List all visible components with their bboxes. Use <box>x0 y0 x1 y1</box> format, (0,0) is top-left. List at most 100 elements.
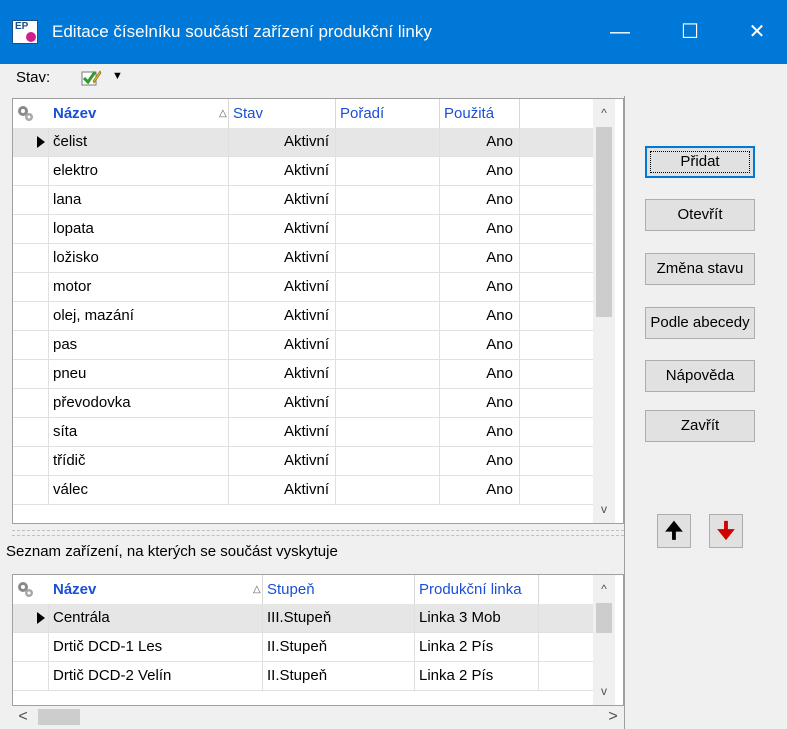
cell-order <box>336 128 440 156</box>
scroll-down-arrow[interactable]: v <box>593 499 615 519</box>
equipment-vertical-scrollbar[interactable]: ^ v <box>593 575 615 705</box>
table-row[interactable]: čelist Aktivní Ano <box>13 128 593 157</box>
current-row-arrow-icon <box>37 136 45 148</box>
cell-name: lana <box>49 186 229 214</box>
scroll-right-arrow[interactable]: > <box>602 706 624 728</box>
table-row[interactable]: převodovka Aktivní Ano <box>13 389 593 418</box>
close-button[interactable]: Zavřít <box>645 410 755 442</box>
scroll-left-arrow[interactable]: < <box>12 706 34 728</box>
cell-name: olej, mazání <box>49 302 229 330</box>
cell-used: Ano <box>440 447 520 475</box>
alphabetical-button[interactable]: Podle abecedy <box>645 307 755 339</box>
cell-status: Aktivní <box>229 389 336 417</box>
cell-used: Ano <box>440 273 520 301</box>
row-indicator <box>13 157 49 185</box>
cell-status: Aktivní <box>229 418 336 446</box>
cell-used: Ano <box>440 128 520 156</box>
change-status-button[interactable]: Změna stavu <box>645 253 755 285</box>
scroll-up-arrow[interactable]: ^ <box>593 579 615 599</box>
table-row[interactable]: ložisko Aktivní Ano <box>13 244 593 273</box>
table-row[interactable]: pas Aktivní Ano <box>13 331 593 360</box>
cell-used: Ano <box>440 186 520 214</box>
scroll-thumb[interactable] <box>596 603 612 633</box>
cell-status: Aktivní <box>229 157 336 185</box>
row-indicator <box>13 476 49 504</box>
column-header-level[interactable]: Stupeň <box>263 575 415 604</box>
cell-order <box>336 418 440 446</box>
cell-used: Ano <box>440 360 520 388</box>
scroll-thumb[interactable] <box>38 709 80 725</box>
cell-production-line: Linka 2 Pís <box>415 662 539 690</box>
arrow-down-icon: 🠋 <box>716 518 736 543</box>
cell-order <box>336 157 440 185</box>
minimize-button[interactable]: — <box>590 0 650 64</box>
move-up-button[interactable]: 🠉 <box>657 514 691 548</box>
cell-status: Aktivní <box>229 244 336 272</box>
add-button[interactable]: Přidat <box>645 146 755 178</box>
maximize-button[interactable]: ☐ <box>660 0 720 64</box>
help-button[interactable]: Nápověda <box>645 360 755 392</box>
parts-vertical-scrollbar[interactable]: ^ v <box>593 99 615 523</box>
column-header-name[interactable]: Název <box>49 99 229 128</box>
cell-status: Aktivní <box>229 273 336 301</box>
cell-order <box>336 244 440 272</box>
row-indicator <box>13 302 49 330</box>
row-indicator <box>13 662 49 690</box>
scroll-down-arrow[interactable]: v <box>593 681 615 701</box>
table-row[interactable]: třídič Aktivní Ano <box>13 447 593 476</box>
status-filter-label: Stav: <box>16 69 51 86</box>
cell-status: Aktivní <box>229 215 336 243</box>
row-indicator <box>13 215 49 243</box>
cell-level: II.Stupeň <box>263 633 415 661</box>
column-header-status[interactable]: Stav <box>229 99 336 128</box>
current-row-arrow-icon <box>37 612 45 624</box>
equipment-list-caption: Seznam zařízení, na kterých se součást v… <box>6 543 338 560</box>
cell-used: Ano <box>440 244 520 272</box>
cell-used: Ano <box>440 331 520 359</box>
gear-icon[interactable] <box>16 104 34 122</box>
column-header-name[interactable]: Název <box>49 575 263 604</box>
status-dropdown-arrow[interactable]: ▼ <box>112 70 123 82</box>
gear-icon[interactable] <box>16 580 34 598</box>
table-row[interactable]: síta Aktivní Ano <box>13 418 593 447</box>
cell-name: Drtič DCD-1 Les <box>49 633 263 661</box>
row-indicator <box>13 273 49 301</box>
cell-name: síta <box>49 418 229 446</box>
checkmark-pencil-icon[interactable] <box>80 67 102 87</box>
cell-order <box>336 215 440 243</box>
cell-name: lopata <box>49 215 229 243</box>
cell-used: Ano <box>440 389 520 417</box>
cell-level: II.Stupeň <box>263 662 415 690</box>
table-row[interactable]: Drtič DCD-2 Velín II.Stupeň Linka 2 Pís <box>13 662 593 691</box>
cell-status: Aktivní <box>229 331 336 359</box>
cell-status: Aktivní <box>229 360 336 388</box>
cell-order <box>336 360 440 388</box>
cell-used: Ano <box>440 302 520 330</box>
table-row[interactable]: elektro Aktivní Ano <box>13 157 593 186</box>
table-row[interactable]: Drtič DCD-1 Les II.Stupeň Linka 2 Pís <box>13 633 593 662</box>
panel-splitter[interactable] <box>12 530 624 536</box>
cell-name: válec <box>49 476 229 504</box>
open-button[interactable]: Otevřít <box>645 199 755 231</box>
table-row[interactable]: olej, mazání Aktivní Ano <box>13 302 593 331</box>
table-row[interactable]: lopata Aktivní Ano <box>13 215 593 244</box>
cell-status: Aktivní <box>229 128 336 156</box>
table-row[interactable]: válec Aktivní Ano <box>13 476 593 505</box>
column-header-production-line[interactable]: Produkční linka <box>415 575 539 604</box>
scroll-up-arrow[interactable]: ^ <box>593 103 615 123</box>
horizontal-scrollbar[interactable]: < > <box>12 706 624 728</box>
table-row[interactable]: Centrála III.Stupeň Linka 3 Mob <box>13 604 593 633</box>
close-window-button[interactable]: ✕ <box>727 0 787 64</box>
row-indicator <box>13 360 49 388</box>
table-row[interactable]: lana Aktivní Ano <box>13 186 593 215</box>
row-indicator <box>13 604 49 632</box>
scroll-thumb[interactable] <box>596 127 612 317</box>
cell-name: motor <box>49 273 229 301</box>
column-header-used[interactable]: Použitá <box>440 99 520 128</box>
sort-ascending-icon: △ <box>253 584 261 595</box>
table-row[interactable]: motor Aktivní Ano <box>13 273 593 302</box>
move-down-button[interactable]: 🠋 <box>709 514 743 548</box>
toolbar: Stav: ▼ <box>0 64 787 94</box>
column-header-order[interactable]: Pořadí <box>336 99 440 128</box>
table-row[interactable]: pneu Aktivní Ano <box>13 360 593 389</box>
